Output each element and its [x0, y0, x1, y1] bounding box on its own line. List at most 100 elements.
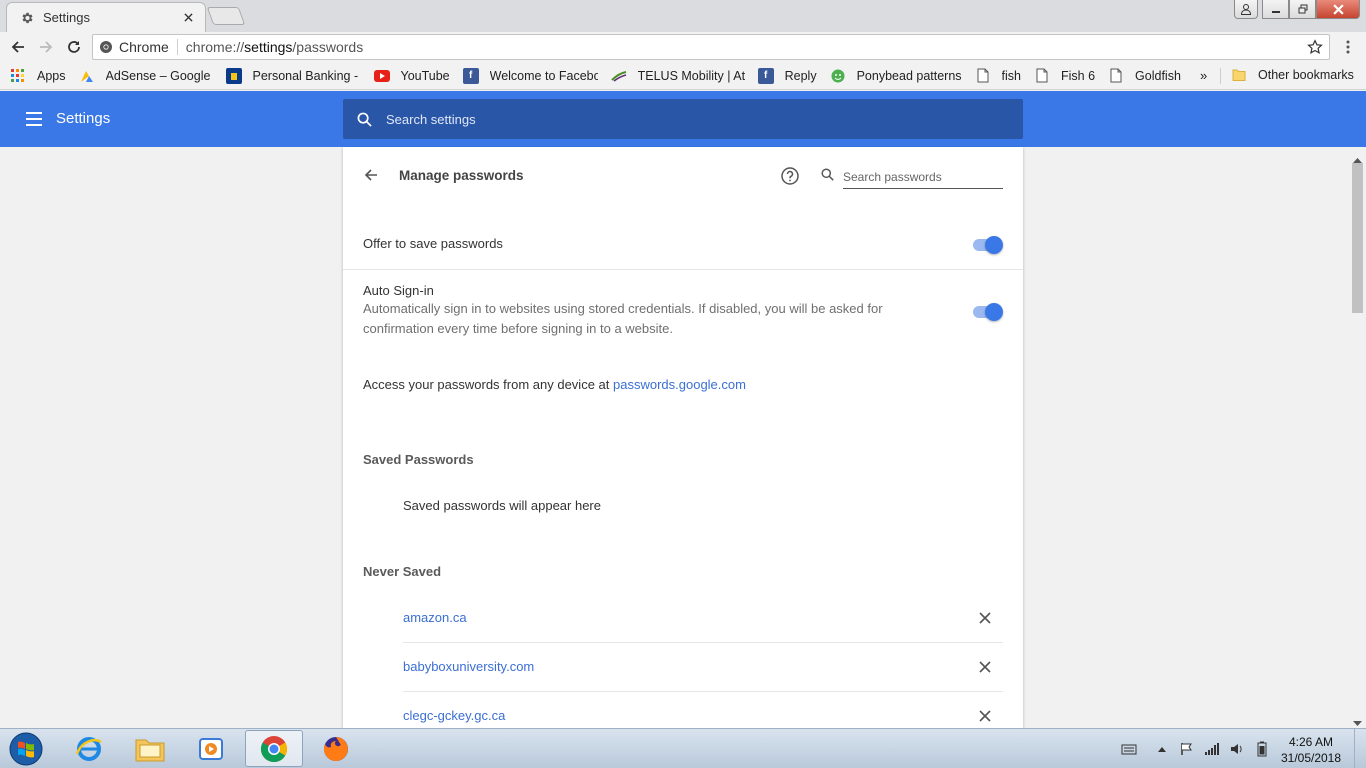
bookmark-fish[interactable]: fish	[975, 68, 1021, 84]
bookmarks-separator	[1220, 68, 1221, 84]
never-saved-site[interactable]: babyboxuniversity.com	[403, 659, 975, 674]
tab-title: Settings	[43, 10, 90, 25]
list-item: clegc-gckey.gc.ca	[403, 691, 1003, 728]
bookmark-star-icon[interactable]	[1307, 39, 1323, 55]
firefox-icon[interactable]	[307, 730, 365, 767]
settings-title: Settings	[56, 110, 111, 127]
bookmark-youtube[interactable]: YouTube	[373, 68, 450, 84]
list-item: babyboxuniversity.com	[403, 642, 1003, 691]
bookmark-personal-banking[interactable]: Personal Banking - A	[225, 67, 361, 84]
window-controls	[1234, 0, 1360, 20]
security-chip[interactable]: Chrome	[99, 39, 178, 55]
subpage-header: Manage passwords	[343, 147, 1023, 205]
bookmark-goldfish[interactable]: Goldfish	[1108, 68, 1181, 84]
auto-signin-description: Automatically sign in to websites using …	[363, 301, 883, 336]
telus-icon	[610, 68, 627, 84]
show-desktop-button[interactable]	[1354, 729, 1366, 768]
keyboard-icon[interactable]	[1120, 741, 1138, 757]
auto-signin-row: Auto Sign-in Automatically sign in to we…	[363, 283, 1003, 343]
youtube-icon	[373, 68, 390, 84]
access-text: Access your passwords from any device at	[363, 377, 613, 392]
media-player-icon[interactable]	[182, 730, 240, 767]
user-icon[interactable]	[1234, 0, 1258, 19]
vertical-scrollbar[interactable]	[1349, 147, 1366, 728]
divider	[343, 269, 1023, 270]
close-tab-icon[interactable]	[181, 11, 195, 25]
page-icon	[975, 68, 991, 84]
smiley-icon	[830, 68, 846, 84]
facebook-icon: f	[462, 67, 479, 84]
help-icon[interactable]	[781, 167, 799, 185]
back-arrow-icon[interactable]	[363, 167, 379, 183]
chrome-taskbar-icon[interactable]	[245, 730, 303, 767]
system-clock[interactable]: 4:26 AM 31/05/2018	[1276, 734, 1346, 766]
gear-icon	[19, 10, 35, 26]
bookmark-reply[interactable]: f Reply	[757, 67, 817, 84]
bookmark-other[interactable]: Other bookmarks	[1232, 68, 1354, 82]
search-icon	[357, 112, 372, 127]
bank-icon	[225, 67, 242, 84]
bookmark-facebook[interactable]: f Welcome to Facebo	[462, 67, 598, 84]
system-tray	[1120, 729, 1278, 768]
remove-icon[interactable]	[975, 608, 995, 628]
bookmark-adsense[interactable]: AdSense – Google A	[79, 68, 213, 84]
tab-settings[interactable]: Settings	[6, 2, 206, 32]
facebook-icon: f	[757, 67, 774, 84]
settings-search-input[interactable]	[386, 111, 986, 127]
bookmark-fish-6[interactable]: Fish 6	[1034, 68, 1095, 84]
taskbar: 4:26 AM 31/05/2018	[0, 728, 1366, 768]
remove-icon[interactable]	[975, 706, 995, 726]
reload-icon[interactable]	[60, 33, 88, 61]
new-tab-button[interactable]	[206, 7, 246, 25]
auto-signin-toggle[interactable]	[971, 303, 1003, 321]
bookmark-ponybead[interactable]: Ponybead patterns	[830, 68, 962, 84]
never-saved-site[interactable]: amazon.ca	[403, 610, 975, 625]
menu-icon[interactable]	[26, 112, 42, 126]
scroll-down-icon[interactable]	[1353, 715, 1362, 726]
forward-arrow-icon[interactable]	[32, 33, 60, 61]
page-icon	[1034, 68, 1050, 84]
file-explorer-icon[interactable]	[121, 730, 179, 767]
password-search-input[interactable]	[843, 165, 1003, 189]
restore-button[interactable]	[1289, 0, 1316, 19]
never-saved-heading: Never Saved	[363, 564, 442, 579]
offer-to-save-row: Offer to save passwords	[363, 236, 1003, 256]
password-search[interactable]	[821, 165, 1003, 189]
scroll-up-icon[interactable]	[1353, 151, 1362, 163]
offer-to-save-toggle[interactable]	[971, 236, 1003, 254]
action-center-flag-icon[interactable]	[1178, 741, 1196, 757]
saved-passwords-empty: Saved passwords will appear here	[403, 498, 601, 513]
more-menu-icon[interactable]	[1340, 39, 1356, 55]
saved-passwords-heading: Saved Passwords	[363, 452, 474, 467]
settings-search[interactable]	[343, 99, 1023, 139]
page-title: Manage passwords	[399, 168, 524, 183]
offer-to-save-label: Offer to save passwords	[363, 236, 503, 251]
show-hidden-icons-chevron[interactable]	[1153, 741, 1171, 757]
network-signal-icon[interactable]	[1203, 741, 1221, 757]
never-saved-site[interactable]: clegc-gckey.gc.ca	[403, 708, 975, 723]
adsense-icon	[79, 68, 95, 84]
bookmark-apps[interactable]: Apps	[10, 68, 66, 84]
battery-icon[interactable]	[1253, 741, 1271, 757]
folder-icon	[1232, 68, 1246, 82]
internet-explorer-icon[interactable]	[60, 730, 118, 767]
minimize-button[interactable]	[1262, 0, 1289, 19]
tab-strip: Settings	[0, 0, 1366, 32]
back-arrow-icon[interactable]	[4, 33, 32, 61]
passwords-google-link[interactable]: passwords.google.com	[613, 377, 746, 392]
bookmark-telus[interactable]: TELUS Mobility | At T	[610, 68, 745, 84]
bookmarks-overflow-chevron[interactable]: »	[1200, 68, 1207, 83]
chrome-icon	[99, 40, 113, 54]
search-icon	[821, 168, 835, 182]
auto-signin-label: Auto Sign-in	[363, 283, 434, 298]
remove-icon[interactable]	[975, 657, 995, 677]
scrollbar-thumb[interactable]	[1352, 163, 1363, 313]
manage-passwords-card: Manage passwords Offer to save passwords…	[343, 147, 1023, 728]
close-window-button[interactable]	[1316, 0, 1360, 19]
page-icon	[1108, 68, 1124, 84]
access-passwords-row: Access your passwords from any device at…	[363, 377, 1003, 392]
volume-icon[interactable]	[1228, 741, 1246, 757]
start-button[interactable]	[6, 731, 46, 767]
address-bar[interactable]: Chrome chrome://settings/passwords	[92, 34, 1330, 60]
bookmarks-bar: Apps AdSense – Google A Personal Banking…	[0, 62, 1366, 90]
